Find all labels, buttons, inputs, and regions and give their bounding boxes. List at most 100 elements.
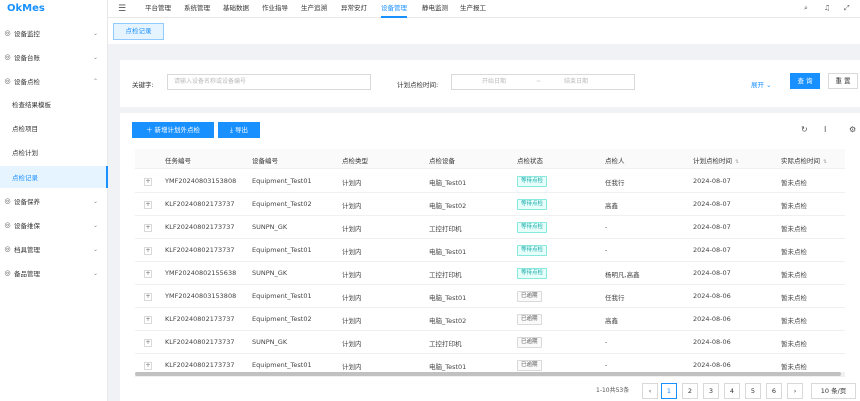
expand-row-icon[interactable]: + (144, 224, 152, 232)
fullscreen-icon[interactable]: ⤢ (844, 4, 850, 13)
sidebar-item-4[interactable]: 点检项目 (0, 117, 108, 139)
table-cell: 2024-08-07 (693, 223, 731, 231)
top-nav-item[interactable]: 异常安灯 (341, 0, 367, 18)
scrollbar-thumb[interactable] (135, 372, 841, 376)
table-row[interactable]: + KLF20240802173737 Equipment_Test02 计划内 电脑_… (135, 308, 845, 331)
table-cell: Equipment_Test01 (252, 361, 312, 369)
table-row[interactable]: + KLF20240802173737 SUNPN_GK 计划内 工控打印机 等待点检 - 2… (135, 216, 845, 239)
sidebar-item-1[interactable]: ◎ 设备台账 ⌄ (0, 46, 108, 68)
spare-icon: ◎ (4, 269, 11, 277)
page-button[interactable]: 2 (682, 383, 698, 399)
table-cell: 工控打印机 (429, 340, 462, 348)
date-range-input[interactable]: 开始日期 ~ 结束日期 (451, 74, 635, 90)
column-header-label: 任务编号 (165, 157, 191, 165)
table-row[interactable]: + KLF20240802173737 SUNPN_GK 计划内 工控打印机 已逾期 - 20… (135, 331, 845, 354)
table-cell: KLF20240802173737 (165, 315, 235, 323)
table-cell: KLF20240802173737 (165, 200, 235, 208)
column-header: 点检状态 (517, 155, 543, 165)
column-header[interactable]: 计划点检时间 ⇅ (693, 155, 739, 165)
sidebar-item-7[interactable]: ◎ 设备保养 ⌄ (0, 190, 108, 212)
table-cell: KLF20240802173737 (165, 338, 235, 346)
table-cell: 任我行 (605, 294, 625, 302)
top-navbar: ☰ 平台管理 系统管理 基础数据 作业指导 生产追溯 异常安灯 设备管理 静电监测 生产报工 ⌕… (108, 0, 860, 18)
table-cell: Equipment_Test01 (252, 246, 312, 254)
column-header-label: 点检设备 (429, 157, 455, 165)
reset-button[interactable]: 重 置 (828, 73, 858, 89)
page-button[interactable]: 4 (724, 383, 740, 399)
sidebar-item-9[interactable]: ◎ 档具管理 ⌄ (0, 238, 108, 260)
table-cell: 杨明凡,高鑫 (605, 271, 640, 279)
next-page-button[interactable]: › (787, 383, 803, 399)
status-badge: 已逾期 (517, 291, 542, 302)
add-unplanned-inspection-button[interactable]: ＋ 新增计划外点检 (132, 122, 214, 138)
bell-icon[interactable]: ♫ (824, 4, 830, 12)
status-badge: 等待点检 (517, 245, 548, 256)
top-nav-item[interactable]: 平台管理 (145, 0, 171, 18)
table-cell: 任我行 (605, 179, 625, 187)
sidebar-item-2[interactable]: ◎ 设备点检 ⌃ (0, 70, 108, 92)
sidebar-item-5[interactable]: 点检计划 (0, 141, 108, 163)
table-cell: Equipment_Test02 (252, 315, 312, 323)
table-cell: KLF20240802173737 (165, 361, 235, 369)
column-header[interactable]: 实际点检时间 ⇅ (781, 155, 827, 165)
search-icon[interactable]: ⌕ (804, 4, 808, 13)
page-button[interactable]: 1 (661, 383, 677, 399)
sidebar-item-label: 设备监控 (14, 30, 40, 38)
top-nav-item[interactable]: 作业指导 (262, 0, 288, 18)
sort-icon[interactable]: ⇅ (735, 159, 739, 165)
table-cell: SUNPN_GK (252, 269, 288, 277)
table-row[interactable]: + YMF20240802155638 SUNPN_GK 计划内 工控打印机 等待点检 杨明… (135, 262, 845, 285)
table-cell: - (605, 338, 608, 346)
top-nav-item[interactable]: 系统管理 (184, 0, 210, 18)
keyword-input[interactable]: 请输入设备名称或设备编号 (167, 74, 371, 90)
expand-row-icon[interactable]: + (144, 293, 152, 301)
expand-row-icon[interactable]: + (144, 247, 152, 255)
table-row[interactable]: + KLF20240802173737 Equipment_Test01 计划内 电脑_… (135, 239, 845, 262)
top-nav-item[interactable]: 生产追溯 (301, 0, 327, 18)
page-size-select[interactable]: 10 条/页 (811, 383, 856, 399)
sidebar-item-6[interactable]: 点检记录 (0, 166, 108, 188)
table-cell: 2024-08-06 (693, 361, 731, 369)
table-cell: 暂未点检 (781, 340, 807, 348)
expand-row-icon[interactable]: + (144, 362, 152, 370)
table-cell: 暂未点检 (781, 179, 807, 187)
table-cell: - (605, 223, 608, 231)
top-nav-item[interactable]: 基础数据 (223, 0, 249, 18)
export-button[interactable]: ⤓ 导出 (218, 122, 260, 138)
table-cell: 计划内 (342, 248, 362, 256)
expand-row-icon[interactable]: + (144, 270, 152, 278)
page-button[interactable]: 3 (703, 383, 719, 399)
table-row[interactable]: + YMF20240803153808 Equipment_Test01 计划内 电脑_… (135, 170, 845, 193)
top-nav-item[interactable]: 生产报工 (460, 0, 486, 18)
table-row[interactable]: + KLF20240802173737 Equipment_Test02 计划内 电脑_… (135, 193, 845, 216)
refresh-icon[interactable]: ↻ (801, 125, 808, 134)
sidebar-item-0[interactable]: ◎ 设备监控 ⌄ (0, 22, 108, 44)
sort-icon[interactable]: ⇅ (823, 159, 827, 165)
page-button[interactable]: 5 (745, 383, 761, 399)
tab-inspection-record[interactable]: 点检记录 (113, 23, 164, 40)
sidebar-item-3[interactable]: 检查结果模板 (0, 93, 108, 115)
expand-row-icon[interactable]: + (144, 339, 152, 347)
column-height-icon[interactable]: Ⅰ (824, 125, 826, 134)
table-row[interactable]: + YMF20240803153808 Equipment_Test01 计划内 电脑_… (135, 285, 845, 308)
top-nav-item[interactable]: 设备管理 (381, 0, 407, 18)
expand-row-icon[interactable]: + (144, 178, 152, 186)
chevron-icon: ⌃ (92, 77, 98, 85)
table-cell: 电脑_Test01 (429, 363, 467, 371)
settings-gear-icon[interactable]: ⚙ (849, 125, 856, 134)
page-button[interactable]: 6 (766, 383, 782, 399)
sidebar-item-10[interactable]: ◎ 备品管理 ⌄ (0, 262, 108, 284)
table-cell: 高鑫 (605, 202, 618, 210)
sidebar-item-label: 设备维保 (14, 222, 40, 230)
query-button[interactable]: 查 询 (790, 73, 820, 89)
horizontal-scrollbar[interactable] (135, 372, 845, 376)
expand-row-icon[interactable]: + (144, 201, 152, 209)
column-header: 设备编号 (252, 155, 278, 165)
table-cell: 计划内 (342, 317, 362, 325)
prev-page-button[interactable]: ‹ (642, 383, 658, 399)
top-nav-item[interactable]: 静电监测 (422, 0, 448, 18)
expand-link[interactable]: 展开 ⌄ (751, 79, 772, 89)
expand-row-icon[interactable]: + (144, 316, 152, 324)
sidebar-item-8[interactable]: ◎ 设备维保 ⌄ (0, 214, 108, 236)
menu-fold-icon[interactable]: ☰ (118, 4, 126, 14)
